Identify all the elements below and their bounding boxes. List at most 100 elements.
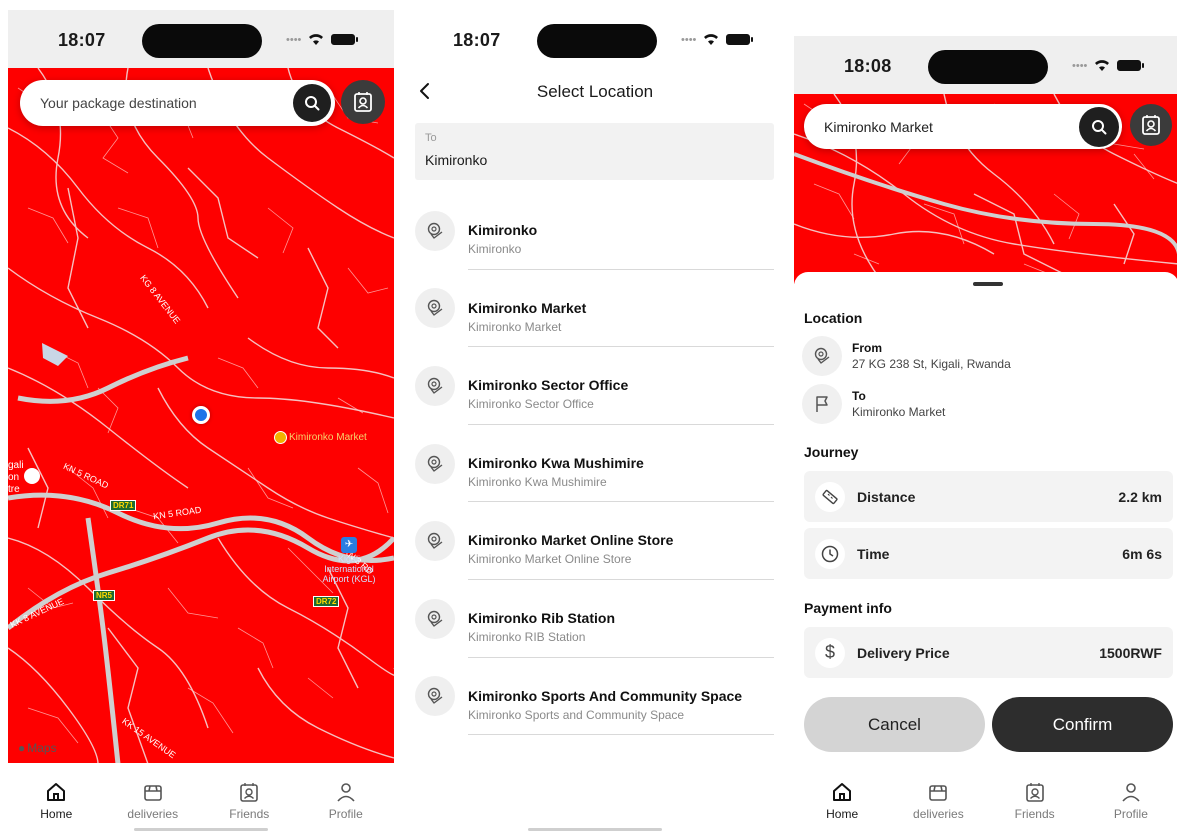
time-value: 6m 6s bbox=[1122, 545, 1162, 562]
wifi-icon bbox=[704, 34, 719, 45]
list-item[interactable]: Kimironko Sports And Community Space Kim… bbox=[415, 658, 774, 736]
location-pin-icon bbox=[415, 365, 455, 406]
contact-icon bbox=[1142, 115, 1160, 135]
list-item[interactable]: Kimironko Sector Office Kimironko Sector… bbox=[415, 347, 774, 425]
signal-icon: •••• bbox=[681, 34, 697, 46]
result-title: Kimironko Kwa Mushimire bbox=[468, 454, 644, 471]
apple-icon: ● bbox=[18, 741, 26, 755]
from-label: From bbox=[852, 341, 882, 355]
poi-market[interactable]: Kimironko Market bbox=[274, 431, 367, 444]
current-location-dot bbox=[192, 406, 210, 424]
destination-search[interactable]: Your package destination bbox=[20, 80, 335, 126]
sheet-handle[interactable] bbox=[973, 282, 1003, 286]
search-button[interactable] bbox=[293, 84, 331, 122]
section-title: Location bbox=[804, 310, 863, 326]
signal-icon: •••• bbox=[1072, 60, 1088, 72]
distance-label: Distance bbox=[857, 488, 916, 505]
price-card: $ Delivery Price 1500RWF bbox=[804, 627, 1173, 678]
tab-deliveries[interactable]: deliveries bbox=[890, 763, 986, 831]
contacts-button[interactable] bbox=[1130, 104, 1172, 146]
distance-card: Distance 2.2 km bbox=[804, 471, 1173, 522]
location-pin-icon bbox=[415, 288, 455, 329]
status-icons: •••• bbox=[1072, 58, 1145, 72]
dollar-icon: $ bbox=[815, 637, 845, 668]
section-title: Payment info bbox=[804, 600, 892, 616]
tab-friends[interactable]: Friends bbox=[201, 763, 298, 831]
status-bar: 18:07 •••• bbox=[403, 10, 787, 68]
poi-airport[interactable]: ✈ Kigali International Airport (KGL) bbox=[314, 537, 384, 584]
select-location-screen: 18:07 •••• Select Location To Kimironko … bbox=[403, 0, 787, 831]
result-subtitle: Kimironko Market Online Store bbox=[468, 552, 632, 567]
place-label: tre bbox=[8, 484, 20, 495]
tab-label: Home bbox=[826, 807, 859, 821]
price-value: 1500RWF bbox=[1099, 644, 1162, 661]
time-card: Time 6m 6s bbox=[804, 528, 1173, 579]
tab-label: Friends bbox=[1014, 807, 1055, 821]
person-icon bbox=[337, 783, 355, 802]
location-pin-icon bbox=[415, 210, 455, 251]
list-item[interactable]: Kimironko Kimironko bbox=[415, 192, 774, 270]
dynamic-island bbox=[537, 24, 657, 58]
search-input[interactable]: Kimironko Market bbox=[824, 119, 933, 135]
battery-icon bbox=[331, 33, 359, 45]
contacts-button[interactable] bbox=[341, 80, 385, 124]
tab-deliveries[interactable]: deliveries bbox=[105, 763, 202, 831]
list-item[interactable]: Kimironko Rib Station Kimironko RIB Stat… bbox=[415, 580, 774, 658]
place-label: on bbox=[8, 472, 20, 483]
result-subtitle: Kimironko RIB Station bbox=[468, 629, 586, 644]
list-item[interactable]: Kimironko Market Kimironko Market bbox=[415, 270, 774, 348]
wifi-icon bbox=[309, 34, 324, 45]
search-icon bbox=[305, 96, 320, 111]
tab-home[interactable]: Home bbox=[794, 763, 890, 831]
search-button[interactable] bbox=[1079, 107, 1119, 147]
list-item[interactable]: Kimironko Kwa Mushimire Kimironko Kwa Mu… bbox=[415, 425, 774, 503]
to-label: To bbox=[852, 389, 866, 403]
place-label: gali bbox=[8, 460, 24, 471]
confirm-button[interactable]: Confirm bbox=[992, 697, 1173, 752]
status-bar: 18:07 •••• bbox=[8, 10, 394, 68]
status-time: 18:07 bbox=[58, 30, 106, 50]
to-value: Kimironko Market bbox=[852, 405, 946, 419]
ruler-icon bbox=[815, 481, 845, 512]
home-icon bbox=[833, 783, 852, 801]
status-icons: •••• bbox=[286, 32, 359, 46]
poi-label: Airport (KGL) bbox=[322, 574, 376, 584]
map-view[interactable]: KG 8 AVENUE KN 5 ROAD KN 5 ROAD KK 8 AVE… bbox=[8, 68, 394, 764]
list-item[interactable]: Kimironko Market Online Store Kimironko … bbox=[415, 502, 774, 580]
location-pin-icon bbox=[802, 336, 842, 376]
tab-label: deliveries bbox=[913, 807, 964, 821]
flag-icon bbox=[802, 384, 842, 424]
battery-icon bbox=[1117, 59, 1145, 71]
tab-friends[interactable]: Friends bbox=[987, 763, 1083, 831]
signal-icon: •••• bbox=[286, 34, 302, 46]
to-field-input[interactable]: Kimironko bbox=[425, 152, 487, 168]
to-field[interactable]: To Kimironko bbox=[415, 123, 774, 180]
result-title: Kimironko Market Online Store bbox=[468, 532, 674, 549]
location-pin-icon bbox=[415, 598, 455, 639]
home-icon bbox=[47, 783, 66, 801]
result-title: Kimironko Rib Station bbox=[468, 609, 615, 626]
status-bar: 18:08 •••• bbox=[794, 36, 1177, 94]
person-icon bbox=[1122, 783, 1140, 802]
destination-search[interactable]: Kimironko Market bbox=[804, 104, 1122, 149]
result-title: Kimironko Sector Office bbox=[468, 377, 629, 394]
maps-attribution: ● Maps bbox=[18, 741, 57, 755]
page-title: Select Location bbox=[536, 82, 654, 101]
poi-label: Kigali bbox=[337, 554, 360, 564]
tab-home[interactable]: Home bbox=[8, 763, 105, 831]
tab-profile[interactable]: Profile bbox=[298, 763, 395, 831]
location-pin-icon bbox=[415, 521, 455, 562]
box-icon bbox=[929, 785, 948, 801]
location-pin-icon bbox=[415, 676, 455, 717]
contact-icon bbox=[354, 92, 372, 112]
attribution-label: Maps bbox=[27, 741, 57, 755]
tab-profile[interactable]: Profile bbox=[1083, 763, 1177, 831]
dynamic-island bbox=[928, 50, 1048, 84]
location-pin-icon bbox=[415, 443, 455, 484]
clock-icon bbox=[815, 538, 845, 569]
tab-label: Friends bbox=[229, 807, 270, 821]
contact-icon bbox=[240, 783, 259, 802]
search-input[interactable]: Your package destination bbox=[40, 95, 197, 111]
from-row: From 27 KG 238 St, Kigali, Rwanda bbox=[802, 336, 1162, 376]
cancel-button[interactable]: Cancel bbox=[804, 697, 985, 752]
